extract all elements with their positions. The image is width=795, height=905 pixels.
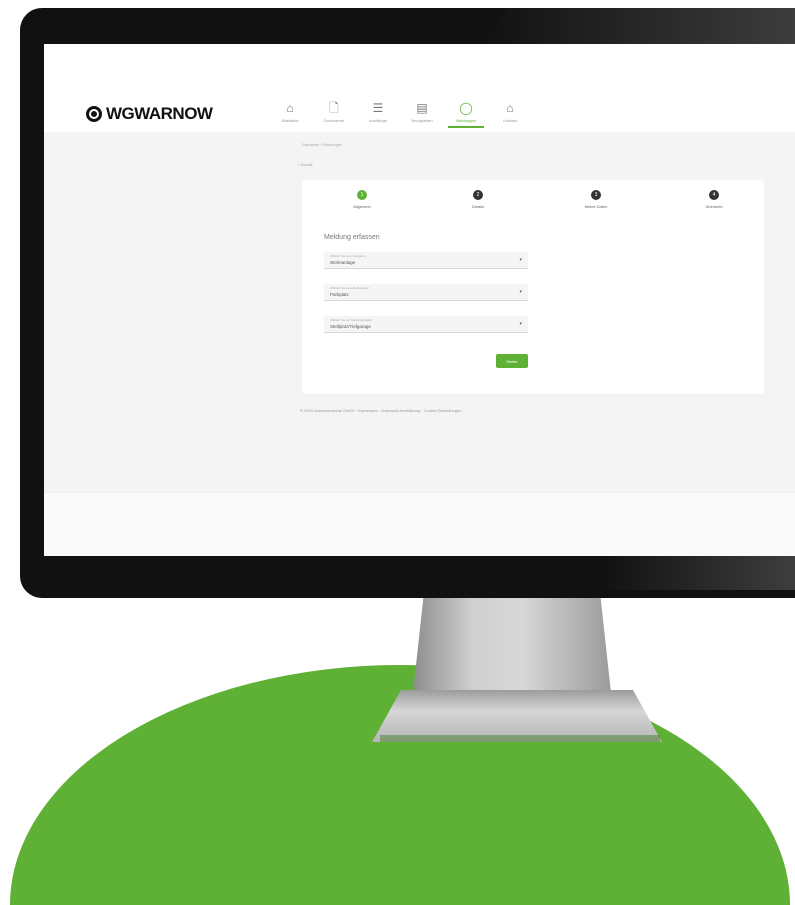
nav-item-label: Neuigkeiten [411, 118, 433, 123]
message-icon: ◯ [459, 101, 473, 115]
chevron-down-icon: ▾ [519, 321, 522, 327]
nav-item-label: Meldungen [456, 118, 476, 123]
monitor-stand-neck [412, 592, 612, 702]
app-header: WGWARNOW ⌂ Startseite 🗋 Dokumente ☰ Aushänge ▤… [44, 44, 795, 134]
form-card: 1 Allgemein 2 Details 3 Meine Daten 4 Übersicht… [302, 180, 764, 394]
logo-text: WGWARNOW [106, 104, 213, 123]
breadcrumb[interactable]: Startseite › Meldungen [302, 142, 342, 147]
step-number-circle: 2 [473, 190, 483, 200]
field-label: Wählen Sie eine Kategorie [330, 254, 366, 258]
step-2[interactable]: 2 Details [438, 190, 518, 209]
monitor-stand-shadow [380, 735, 660, 742]
home-icon: ⌂ [286, 101, 294, 115]
nav-item-label: Aushänge [368, 118, 387, 123]
brand-logo[interactable]: WGWARNOW [86, 102, 213, 126]
contact-icon: ⌂ [506, 101, 514, 115]
step-label: Meine Daten [584, 204, 608, 209]
main-nav: ⌂ Startseite 🗋 Dokumente ☰ Aushänge ▤ Neuigkeit… [272, 102, 536, 128]
step-4[interactable]: 4 Übersicht [674, 190, 754, 209]
step-label: Allgemein [353, 204, 371, 209]
step-number-circle: 1 [357, 190, 367, 200]
footer-text[interactable]: © 2020 Anwohnerportal GmbH · Impressum ·… [300, 408, 461, 413]
step-number-circle: 4 [709, 190, 719, 200]
select-field-3[interactable]: Wählen Sie ein Meldungsobjekt Stellplatz/… [324, 316, 528, 333]
nav-item-label: Kontakt [503, 118, 517, 123]
monitor-screen: WGWARNOW ⌂ Startseite 🗋 Dokumente ☰ Aushänge ▤… [44, 44, 795, 556]
bezel-sheen [480, 8, 795, 48]
wizard-stepper: 1 Allgemein 2 Details 3 Meine Daten 4 Übersicht [302, 190, 764, 220]
step-number-circle: 3 [591, 190, 601, 200]
chevron-down-icon: ▾ [519, 257, 522, 263]
select-field-2[interactable]: Wählen Sie eine Meldungsart Parkplatz ▾ [324, 284, 528, 301]
step-1[interactable]: 1 Allgemein [322, 190, 402, 209]
nav-item-5[interactable]: ⌂ Kontakt [492, 102, 528, 128]
chin-sheen [600, 556, 795, 590]
select-field-1[interactable]: Wählen Sie eine Kategorie Wohnanlage ▾ [324, 252, 528, 269]
nav-item-label: Dokumente [323, 118, 345, 123]
field-value: Wohnanlage [330, 260, 356, 265]
nav-item-1[interactable]: 🗋 Dokumente [316, 102, 352, 128]
newspaper-icon: ▤ [416, 101, 428, 115]
chevron-down-icon: ▾ [519, 289, 522, 295]
field-value: Parkplatz [330, 292, 349, 297]
back-link[interactable]: ‹ Zurück [298, 162, 313, 167]
bottom-area [44, 492, 795, 556]
nav-item-4[interactable]: ◯ Meldungen [448, 102, 484, 128]
nav-item-0[interactable]: ⌂ Startseite [272, 102, 308, 128]
field-label: Wählen Sie ein Meldungsobjekt [330, 318, 373, 322]
step-3[interactable]: 3 Meine Daten [556, 190, 636, 209]
form-title: Meldung erfassen [324, 234, 380, 241]
mailing-icon: ☰ [372, 101, 384, 115]
next-button[interactable]: Weiter [496, 354, 528, 368]
step-label: Übersicht [705, 204, 723, 209]
step-label: Details [471, 204, 485, 209]
nav-item-3[interactable]: ▤ Neuigkeiten [404, 102, 440, 128]
nav-item-2[interactable]: ☰ Aushänge [360, 102, 396, 128]
field-label: Wählen Sie eine Meldungsart [330, 286, 370, 290]
nav-item-label: Startseite [281, 118, 299, 123]
logo-mark-icon [86, 106, 102, 122]
document-icon: 🗋 [329, 101, 339, 115]
field-value: Stellplatz/Tiefgarage [330, 324, 371, 329]
